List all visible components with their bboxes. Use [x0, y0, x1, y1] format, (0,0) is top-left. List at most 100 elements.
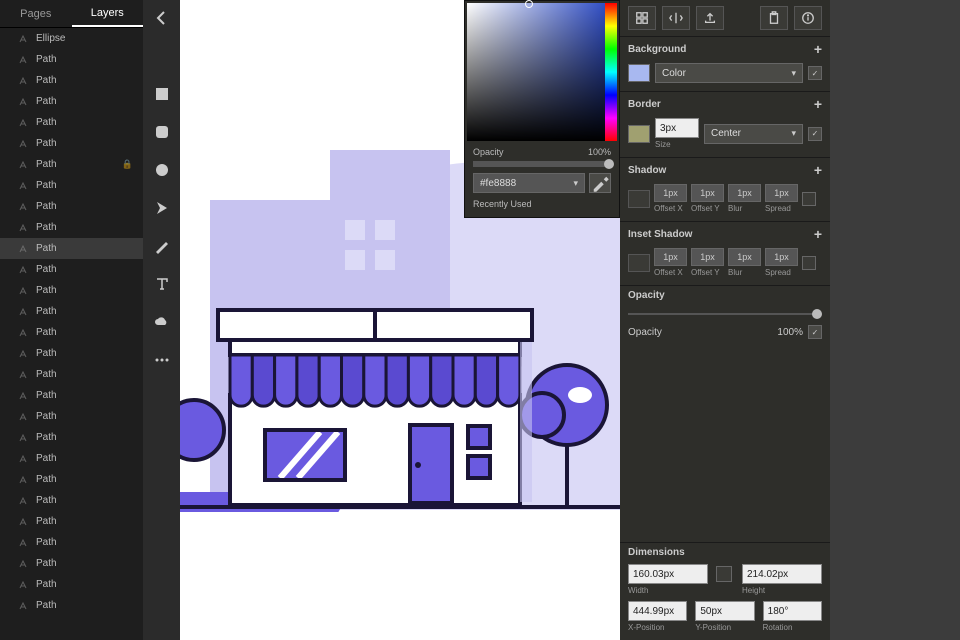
hue-slider[interactable]	[605, 3, 617, 141]
add-inset-shadow-button[interactable]: +	[814, 226, 822, 242]
ypos-input[interactable]: 50px	[695, 601, 754, 621]
color-picker-cursor[interactable]	[525, 0, 533, 8]
pen-tool-icon[interactable]	[152, 198, 172, 218]
layer-row[interactable]: Path	[0, 448, 143, 469]
layer-row[interactable]: Path	[0, 280, 143, 301]
layer-type-icon	[18, 454, 28, 464]
border-visible-checkbox[interactable]: ✓	[808, 127, 822, 141]
clipboard-icon[interactable]	[760, 6, 788, 30]
eyedropper-icon[interactable]	[589, 173, 611, 193]
more-tools-icon[interactable]	[152, 350, 172, 370]
layer-type-icon	[18, 412, 28, 422]
hex-input[interactable]: #fe8888	[473, 173, 585, 193]
tab-pages[interactable]: Pages	[0, 0, 72, 27]
picker-opacity-slider[interactable]	[473, 161, 611, 167]
layer-row[interactable]: Path	[0, 175, 143, 196]
layer-row[interactable]: Path	[0, 406, 143, 427]
layer-row[interactable]: Path	[0, 385, 143, 406]
color-picker-field[interactable]	[467, 3, 617, 141]
opacity-slider[interactable]	[628, 307, 822, 321]
shadow-offsetx-input[interactable]: 1px	[654, 184, 687, 202]
border-swatch[interactable]	[628, 125, 650, 143]
layer-type-icon	[18, 559, 28, 569]
layer-row[interactable]: Path	[0, 112, 143, 133]
shadow-offsety-input[interactable]: 1px	[691, 184, 724, 202]
layer-type-icon	[18, 244, 28, 254]
add-background-button[interactable]: +	[814, 41, 822, 57]
layer-row[interactable]: Path	[0, 343, 143, 364]
export-icon[interactable]	[696, 6, 724, 30]
inset-shadow-title: Inset Shadow	[628, 229, 692, 240]
opacity-checkbox[interactable]: ✓	[808, 325, 822, 339]
layer-label: Path	[36, 579, 57, 590]
layer-row[interactable]: Path	[0, 259, 143, 280]
layer-row[interactable]: Path	[0, 70, 143, 91]
layer-row[interactable]: Path	[0, 91, 143, 112]
layer-label: Path	[36, 432, 57, 443]
add-border-button[interactable]: +	[814, 96, 822, 112]
layer-row[interactable]: Path	[0, 196, 143, 217]
shadow-spread-input[interactable]: 1px	[765, 184, 798, 202]
back-arrow-icon[interactable]	[152, 8, 172, 28]
info-icon[interactable]	[794, 6, 822, 30]
layers-panel: Pages Layers EllipsePathPathPathPathPath…	[0, 0, 143, 640]
xpos-input[interactable]: 444.99px	[628, 601, 687, 621]
height-input[interactable]: 214.02px	[742, 564, 822, 584]
border-size-input[interactable]: 3px	[655, 118, 699, 138]
background-type-select[interactable]: Color	[655, 63, 803, 83]
layer-row[interactable]: Path	[0, 301, 143, 322]
layer-row[interactable]: Path	[0, 133, 143, 154]
rectangle-tool-icon[interactable]	[152, 84, 172, 104]
layer-row[interactable]: Path	[0, 574, 143, 595]
layer-row[interactable]: Path	[0, 322, 143, 343]
shadow-swatch[interactable]	[628, 190, 650, 208]
layer-row[interactable]: Path	[0, 469, 143, 490]
align-icon[interactable]	[628, 6, 656, 30]
width-input[interactable]: 160.03px	[628, 564, 708, 584]
inset-offsety-input[interactable]: 1px	[691, 248, 724, 266]
inset-spread-input[interactable]: 1px	[765, 248, 798, 266]
background-swatch[interactable]	[628, 64, 650, 82]
ellipse-tool-icon[interactable]	[152, 160, 172, 180]
link-dimensions-icon[interactable]	[716, 566, 732, 582]
rounded-rect-tool-icon[interactable]	[152, 122, 172, 142]
rotation-input[interactable]: 180°	[763, 601, 822, 621]
shadow-visible-checkbox[interactable]	[802, 192, 816, 206]
brush-tool-icon[interactable]	[152, 236, 172, 256]
layer-label: Path	[36, 96, 57, 107]
layer-row[interactable]: Ellipse	[0, 28, 143, 49]
layer-row[interactable]: Path	[0, 532, 143, 553]
inset-shadow-swatch[interactable]	[628, 254, 650, 272]
layer-row[interactable]: Path	[0, 217, 143, 238]
layer-row[interactable]: Path	[0, 490, 143, 511]
layers-list[interactable]: EllipsePathPathPathPathPathPath🔒PathPath…	[0, 28, 143, 640]
layer-row[interactable]: Path	[0, 49, 143, 70]
add-shadow-button[interactable]: +	[814, 162, 822, 178]
layer-row[interactable]: Path	[0, 364, 143, 385]
background-visible-checkbox[interactable]: ✓	[808, 66, 822, 80]
layer-row[interactable]: Path	[0, 238, 143, 259]
lock-icon[interactable]: 🔒	[122, 159, 133, 170]
color-picker-popover[interactable]: Opacity 100% #fe8888 Recently Used	[464, 0, 620, 218]
layer-row[interactable]: Path	[0, 511, 143, 532]
inset-visible-checkbox[interactable]	[802, 256, 816, 270]
layer-row[interactable]: Path	[0, 595, 143, 616]
toolbox	[143, 0, 180, 640]
opacity-title: Opacity	[628, 290, 665, 301]
layer-row[interactable]: Path	[0, 427, 143, 448]
shadow-blur-input[interactable]: 1px	[728, 184, 761, 202]
layer-row[interactable]: Path	[0, 553, 143, 574]
inset-offsetx-input[interactable]: 1px	[654, 248, 687, 266]
layer-label: Path	[36, 306, 57, 317]
text-tool-icon[interactable]	[152, 274, 172, 294]
tab-layers[interactable]: Layers	[72, 0, 144, 27]
inset-blur-input[interactable]: 1px	[728, 248, 761, 266]
layer-type-icon	[18, 328, 28, 338]
layer-row[interactable]: Path🔒	[0, 154, 143, 175]
layer-type-icon	[18, 55, 28, 65]
flip-icon[interactable]	[662, 6, 690, 30]
cloud-tool-icon[interactable]	[152, 312, 172, 332]
border-align-select[interactable]: Center	[704, 124, 803, 144]
layer-type-icon	[18, 202, 28, 212]
layer-label: Path	[36, 54, 57, 65]
